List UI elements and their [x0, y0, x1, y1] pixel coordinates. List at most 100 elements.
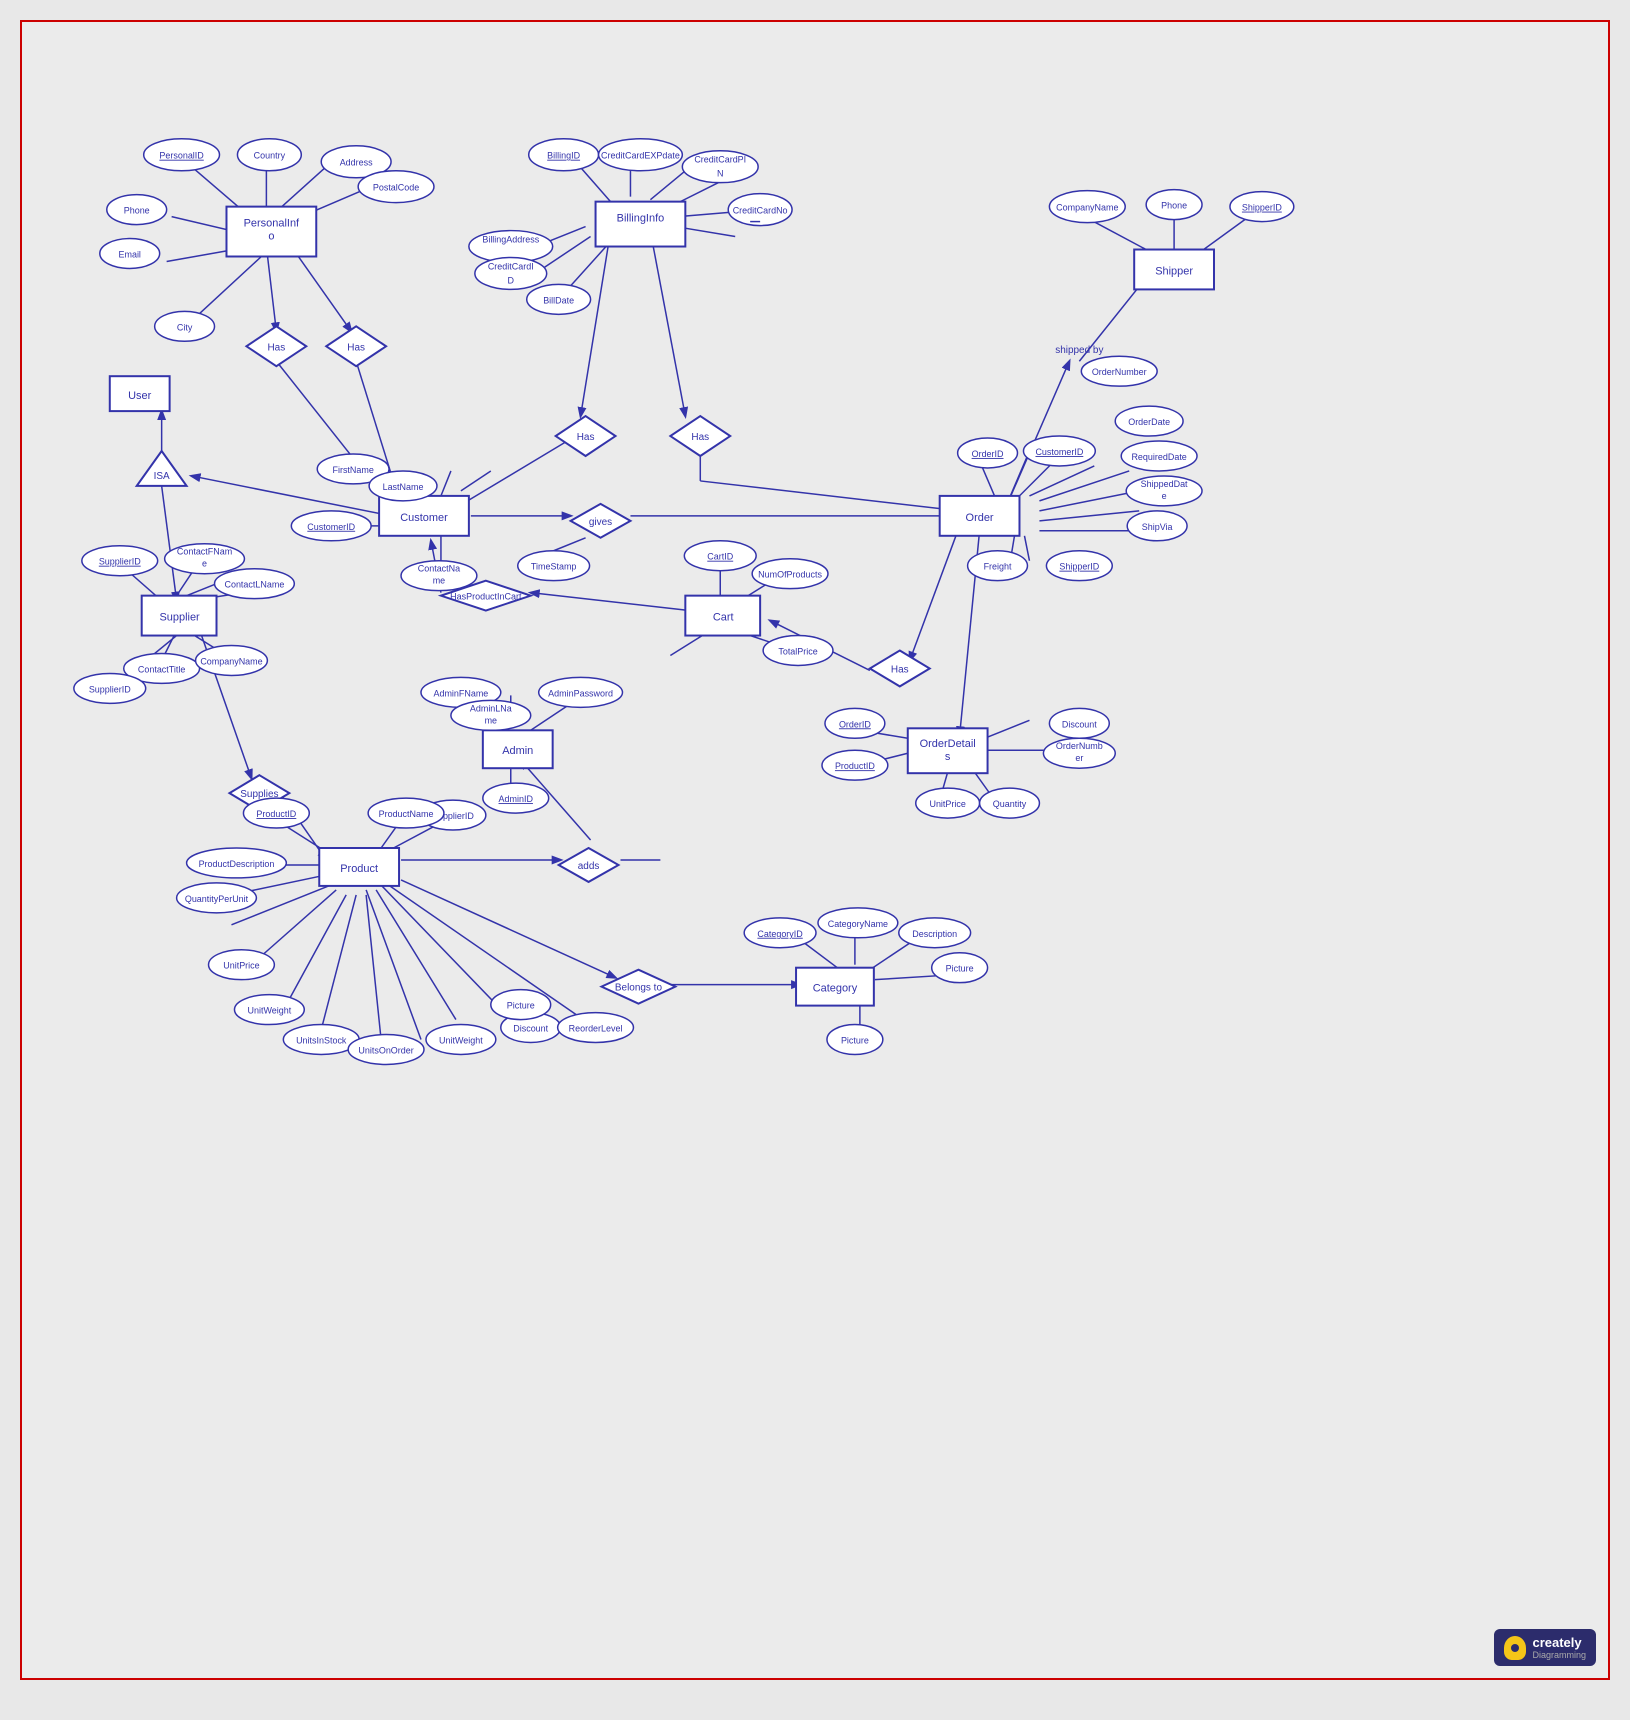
creately-logo: creately Diagramming — [1494, 1629, 1596, 1666]
svg-text:Has: Has — [577, 432, 595, 443]
svg-text:s: s — [945, 751, 951, 763]
svg-text:ProductName: ProductName — [379, 809, 434, 819]
svg-text:FirstName: FirstName — [332, 465, 373, 475]
svg-text:CompanyName: CompanyName — [200, 656, 262, 666]
svg-text:Freight: Freight — [984, 562, 1012, 572]
svg-text:CreditCardNo: CreditCardNo — [733, 206, 788, 216]
svg-text:ContactNa: ContactNa — [418, 564, 460, 574]
svg-text:Category: Category — [813, 983, 858, 995]
svg-text:Has: Has — [267, 342, 285, 353]
svg-text:Shipper: Shipper — [1155, 265, 1193, 277]
svg-text:UnitsInStock: UnitsInStock — [296, 1036, 347, 1046]
svg-text:Phone: Phone — [1161, 201, 1187, 211]
svg-text:ProductID: ProductID — [256, 809, 296, 819]
svg-text:OrderID: OrderID — [972, 449, 1004, 459]
svg-text:ContactLName: ContactLName — [224, 580, 284, 590]
svg-text:OrderNumber: OrderNumber — [1092, 367, 1147, 377]
svg-text:AdminPassword: AdminPassword — [548, 688, 613, 698]
svg-text:OrderDate: OrderDate — [1128, 417, 1170, 427]
svg-text:User: User — [128, 390, 152, 402]
svg-text:CreditCardI: CreditCardI — [488, 261, 534, 271]
svg-text:e: e — [202, 559, 207, 569]
svg-text:CategoryID: CategoryID — [757, 929, 803, 939]
svg-text:CategoryName: CategoryName — [828, 919, 888, 929]
svg-text:adds: adds — [578, 861, 600, 872]
diagram-container: PersonalInf o BillingInfo Shipper User C… — [20, 20, 1610, 1680]
svg-text:Address: Address — [340, 158, 373, 168]
svg-text:Country: Country — [254, 151, 286, 161]
svg-text:UnitPrice: UnitPrice — [929, 799, 965, 809]
svg-text:Email: Email — [119, 249, 141, 259]
svg-text:NumOfProducts: NumOfProducts — [758, 570, 822, 580]
svg-text:Picture: Picture — [841, 1036, 869, 1046]
svg-text:Discount: Discount — [1062, 719, 1097, 729]
svg-text:PersonalID: PersonalID — [159, 151, 204, 161]
svg-text:ReorderLevel: ReorderLevel — [569, 1024, 623, 1034]
svg-text:CreditCardPI: CreditCardPI — [694, 155, 746, 165]
svg-text:CustomerID: CustomerID — [307, 522, 355, 532]
svg-text:TotalPrice: TotalPrice — [778, 646, 817, 656]
svg-text:Cart: Cart — [713, 612, 734, 624]
svg-text:er: er — [1075, 753, 1083, 763]
svg-text:QuantityPerUnit: QuantityPerUnit — [185, 894, 249, 904]
svg-text:Customer: Customer — [400, 512, 448, 524]
logo-tagline: Diagramming — [1532, 1650, 1586, 1660]
svg-text:UnitWeight: UnitWeight — [248, 1006, 292, 1016]
svg-text:UnitsOnOrder: UnitsOnOrder — [358, 1045, 413, 1055]
svg-text:Admin: Admin — [502, 745, 533, 757]
logo-brand: creately — [1532, 1635, 1586, 1650]
svg-text:CreditCardEXPdate: CreditCardEXPdate — [601, 151, 680, 161]
svg-text:me: me — [485, 715, 497, 725]
svg-text:N: N — [717, 169, 723, 179]
svg-text:Phone: Phone — [124, 206, 150, 216]
svg-text:UnitWeight: UnitWeight — [439, 1036, 483, 1046]
svg-text:D: D — [508, 275, 515, 285]
svg-text:TimeStamp: TimeStamp — [531, 562, 577, 572]
svg-text:gives: gives — [589, 517, 612, 528]
svg-text:Has: Has — [347, 342, 365, 353]
svg-text:SupplierID: SupplierID — [99, 557, 141, 567]
svg-text:ISA: ISA — [154, 471, 170, 482]
svg-text:Product: Product — [340, 863, 378, 875]
svg-text:ShipperID: ShipperID — [1059, 562, 1099, 572]
svg-text:CartID: CartID — [707, 552, 733, 562]
svg-text:e: e — [1162, 491, 1167, 501]
svg-text:PersonalInf: PersonalInf — [244, 218, 300, 230]
svg-text:AdminFName: AdminFName — [433, 688, 488, 698]
svg-text:OrderNumb: OrderNumb — [1056, 741, 1103, 751]
svg-text:ShipVia: ShipVia — [1142, 522, 1173, 532]
svg-text:BillingAddress: BillingAddress — [482, 235, 539, 245]
svg-text:ProductDescription: ProductDescription — [199, 859, 275, 869]
svg-text:Has: Has — [691, 432, 709, 443]
svg-text:Belongs to: Belongs to — [615, 983, 663, 994]
svg-text:ShipperID: ShipperID — [1242, 203, 1282, 213]
svg-text:ProductID: ProductID — [835, 761, 875, 771]
svg-text:Quantity: Quantity — [993, 799, 1027, 809]
svg-text:shipped by: shipped by — [1055, 345, 1103, 356]
svg-text:AdminLNa: AdminLNa — [470, 703, 512, 713]
svg-text:OrderID: OrderID — [839, 719, 871, 729]
svg-text:BillingID: BillingID — [547, 151, 580, 161]
svg-text:LastName: LastName — [383, 482, 424, 492]
svg-text:me: me — [433, 576, 445, 586]
svg-text:o: o — [268, 231, 274, 243]
svg-text:BillDate: BillDate — [543, 295, 574, 305]
svg-text:Description: Description — [912, 929, 957, 939]
svg-text:SupplierID: SupplierID — [89, 684, 131, 694]
svg-text:Order: Order — [966, 512, 994, 524]
svg-text:Picture: Picture — [946, 964, 974, 974]
svg-text:CustomerID: CustomerID — [1035, 447, 1083, 457]
svg-text:City: City — [177, 322, 193, 332]
svg-text:BillingInfo: BillingInfo — [617, 213, 665, 225]
svg-text:Supplier: Supplier — [159, 612, 200, 624]
svg-text:OrderDetail: OrderDetail — [920, 738, 976, 750]
svg-text:PostalCode: PostalCode — [373, 183, 419, 193]
svg-text:ContactTitle: ContactTitle — [138, 664, 186, 674]
svg-text:UnitPrice: UnitPrice — [223, 961, 259, 971]
svg-text:AdminID: AdminID — [499, 794, 534, 804]
svg-text:ShippedDat: ShippedDat — [1141, 479, 1188, 489]
svg-text:CompanyName: CompanyName — [1056, 203, 1118, 213]
svg-text:Discount: Discount — [513, 1024, 548, 1034]
svg-text:ContactFNam: ContactFNam — [177, 547, 232, 557]
svg-text:Picture: Picture — [507, 1001, 535, 1011]
